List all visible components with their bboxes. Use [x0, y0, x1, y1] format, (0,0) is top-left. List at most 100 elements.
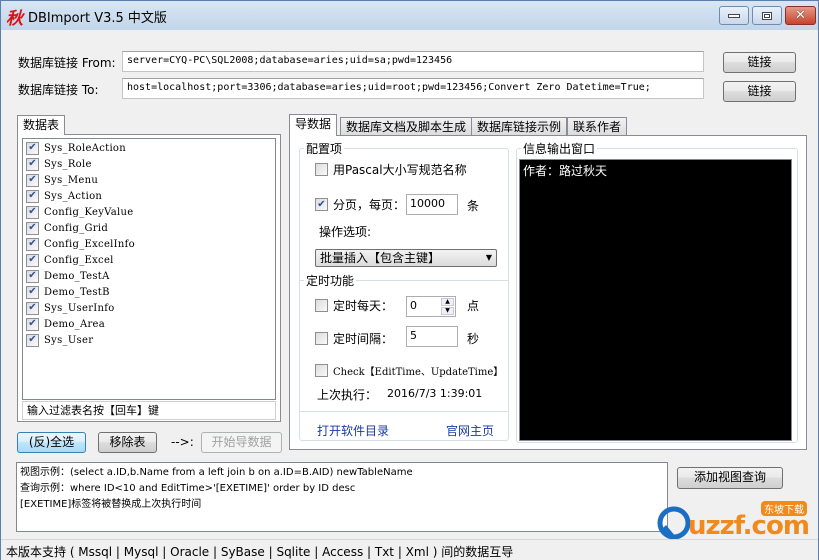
table-checkbox[interactable]: ✔ — [26, 333, 39, 347]
table-checkbox[interactable]: ✔ — [26, 253, 39, 267]
connect-from-button[interactable]: 链接 — [723, 52, 796, 73]
table-checkbox[interactable]: ✔ — [26, 189, 39, 203]
table-name: Sys_Action — [44, 190, 103, 202]
view-query-line: [EXETIME]标签将被替换成上次执行时间 — [20, 499, 202, 510]
timer-group-title: 定时功能 — [304, 272, 357, 289]
config-group-title: 配置项 — [304, 140, 345, 157]
table-name: Sys_Role — [44, 158, 92, 170]
tab-connection-examples[interactable]: 数据库链接示例 — [471, 117, 568, 135]
title-bar: 秋 DBImport V3.5 中文版 ✕ — [1, 1, 818, 30]
daily-unit-label: 点 — [467, 299, 480, 313]
view-query-textarea[interactable]: 视图示例：(select a.ID,b.Name from a left joi… — [16, 462, 668, 532]
daily-label: 定时每天： — [333, 299, 394, 313]
spin-down-icon[interactable]: ▼ — [441, 307, 454, 315]
start-import-button[interactable]: 开始导数据 — [201, 432, 282, 453]
spin-up-icon[interactable]: ▲ — [441, 298, 454, 306]
daily-option[interactable]: 定时每天： — [315, 297, 393, 314]
page-unit-label: 条 — [467, 199, 480, 213]
output-console[interactable]: 作者：路过秋天 — [519, 159, 792, 441]
table-name: Sys_Menu — [44, 174, 99, 186]
output-group-title: 信息输出窗口 — [521, 140, 598, 157]
last-run-label: 上次执行： — [317, 388, 378, 402]
last-run-value: 2016/7/3 1:39:01 — [387, 387, 483, 400]
table-checkbox[interactable]: ✔ — [26, 205, 39, 219]
homepage-link[interactable]: 官网主页 — [446, 422, 494, 439]
operation-label: 操作选项: — [319, 225, 372, 239]
interval-unit-label: 秒 — [467, 332, 480, 346]
table-checkbox[interactable]: ✔ — [26, 157, 39, 171]
table-list-item[interactable]: ✔ Config_Excel — [23, 252, 275, 268]
check-checkbox[interactable] — [315, 364, 328, 377]
interval-option[interactable]: 定时间隔： — [315, 330, 393, 347]
tab-tables[interactable]: 数据表 — [17, 115, 66, 135]
table-name: Demo_TestB — [44, 286, 110, 298]
close-icon: ✕ — [795, 8, 806, 23]
status-bar: 本版本支持 ( Mssql | Mysql | Oracle | SyBase … — [1, 539, 818, 560]
to-connection-input[interactable]: host=localhost;port=3306;database=aries;… — [122, 78, 704, 99]
tab-contact-author[interactable]: 联系作者 — [567, 117, 628, 135]
table-checkbox[interactable]: ✔ — [26, 301, 39, 315]
table-list-item[interactable]: ✔ Config_Grid — [23, 220, 275, 236]
minimize-icon — [728, 13, 740, 18]
table-checkbox[interactable]: ✔ — [26, 173, 39, 187]
table-list-item[interactable]: ✔ Config_KeyValue — [23, 204, 275, 220]
from-connection-input[interactable]: server=CYQ-PC\SQL2008;database=aries;uid… — [122, 51, 704, 72]
add-view-query-button[interactable]: 添加视图查询 — [677, 467, 783, 489]
table-name: Sys_UserInfo — [44, 302, 115, 314]
page-size-input[interactable]: 10000 — [406, 194, 458, 215]
table-checkbox[interactable]: ✔ — [26, 317, 39, 331]
window-title: DBImport V3.5 中文版 — [28, 11, 167, 26]
daily-hour-stepper[interactable]: 0 ▲ ▼ — [406, 296, 456, 317]
chevron-down-icon: ▼ — [485, 253, 492, 262]
remove-table-button[interactable]: 移除表 — [98, 432, 157, 453]
uzzf-watermark: uzzf.com 东坡下载 — [656, 501, 816, 541]
table-list-item[interactable]: ✔ Demo_Area — [23, 316, 275, 332]
table-name: Demo_Area — [44, 318, 106, 330]
select-all-button[interactable]: (反)全选 — [17, 432, 86, 453]
table-checkbox[interactable]: ✔ — [26, 237, 39, 251]
minimize-button[interactable] — [719, 6, 749, 25]
daily-checkbox[interactable] — [315, 299, 328, 312]
watermark-badge: 东坡下载 — [761, 501, 807, 516]
to-label: 数据库链接 To: — [18, 83, 99, 97]
table-list-item[interactable]: ✔ Sys_Menu — [23, 172, 275, 188]
interval-label: 定时间隔： — [333, 332, 394, 346]
table-list-item[interactable]: ✔ Demo_TestB — [23, 284, 275, 300]
table-list-item[interactable]: ✔ Config_ExcelInfo — [23, 236, 275, 252]
check-option[interactable]: Check【EditTime、UpdateTime】 — [315, 363, 503, 378]
table-list-item[interactable]: ✔ Sys_RoleAction — [23, 140, 275, 156]
operation-select[interactable]: 批量插入【包含主键】 ▼ — [315, 249, 497, 267]
pascal-checkbox[interactable] — [315, 163, 328, 176]
table-name: Demo_TestA — [44, 270, 110, 282]
from-label: 数据库链接 From: — [18, 56, 116, 70]
maximize-button[interactable] — [752, 6, 782, 25]
table-checkbox[interactable]: ✔ — [26, 285, 39, 299]
paging-checkbox[interactable]: ✔ — [315, 198, 328, 211]
view-query-line: 视图示例：(select a.ID,b.Name from a left joi… — [20, 467, 413, 478]
table-list-item[interactable]: ✔ Demo_TestA — [23, 268, 275, 284]
pascal-label: 用Pascal大小写规范名称 — [333, 163, 467, 177]
table-checkbox[interactable]: ✔ — [26, 269, 39, 283]
tab-import[interactable]: 导数据 — [289, 114, 338, 136]
table-name: Config_Excel — [44, 254, 114, 266]
links-divider — [300, 411, 508, 412]
table-list[interactable]: ✔ Sys_RoleAction ✔ Sys_Role ✔ Sys_Menu ✔ Sys_Ac… — [22, 138, 276, 400]
close-button[interactable]: ✕ — [785, 6, 816, 25]
interval-input[interactable]: 5 — [406, 326, 458, 347]
daily-hour-value: 0 — [410, 299, 417, 312]
interval-checkbox[interactable] — [315, 332, 328, 345]
open-directory-link[interactable]: 打开软件目录 — [317, 422, 389, 439]
table-list-item[interactable]: ✔ Sys_User — [23, 332, 275, 348]
table-list-item[interactable]: ✔ Sys_UserInfo — [23, 300, 275, 316]
paging-option[interactable]: ✔ 分页，每页： — [315, 196, 405, 213]
table-list-item[interactable]: ✔ Sys_Action — [23, 188, 275, 204]
operation-selected: 批量插入【包含主键】 — [320, 251, 441, 265]
table-name: Sys_RoleAction — [44, 142, 126, 154]
pascal-option[interactable]: 用Pascal大小写规范名称 — [315, 161, 467, 178]
tab-docs-scripts[interactable]: 数据库文档及脚本生成 — [340, 117, 473, 135]
table-checkbox[interactable]: ✔ — [26, 141, 39, 155]
table-filter-input[interactable]: 输入过滤表名按【回车】键 — [22, 401, 276, 420]
connect-to-button[interactable]: 链接 — [723, 81, 796, 102]
table-checkbox[interactable]: ✔ — [26, 221, 39, 235]
table-list-item[interactable]: ✔ Sys_Role — [23, 156, 275, 172]
